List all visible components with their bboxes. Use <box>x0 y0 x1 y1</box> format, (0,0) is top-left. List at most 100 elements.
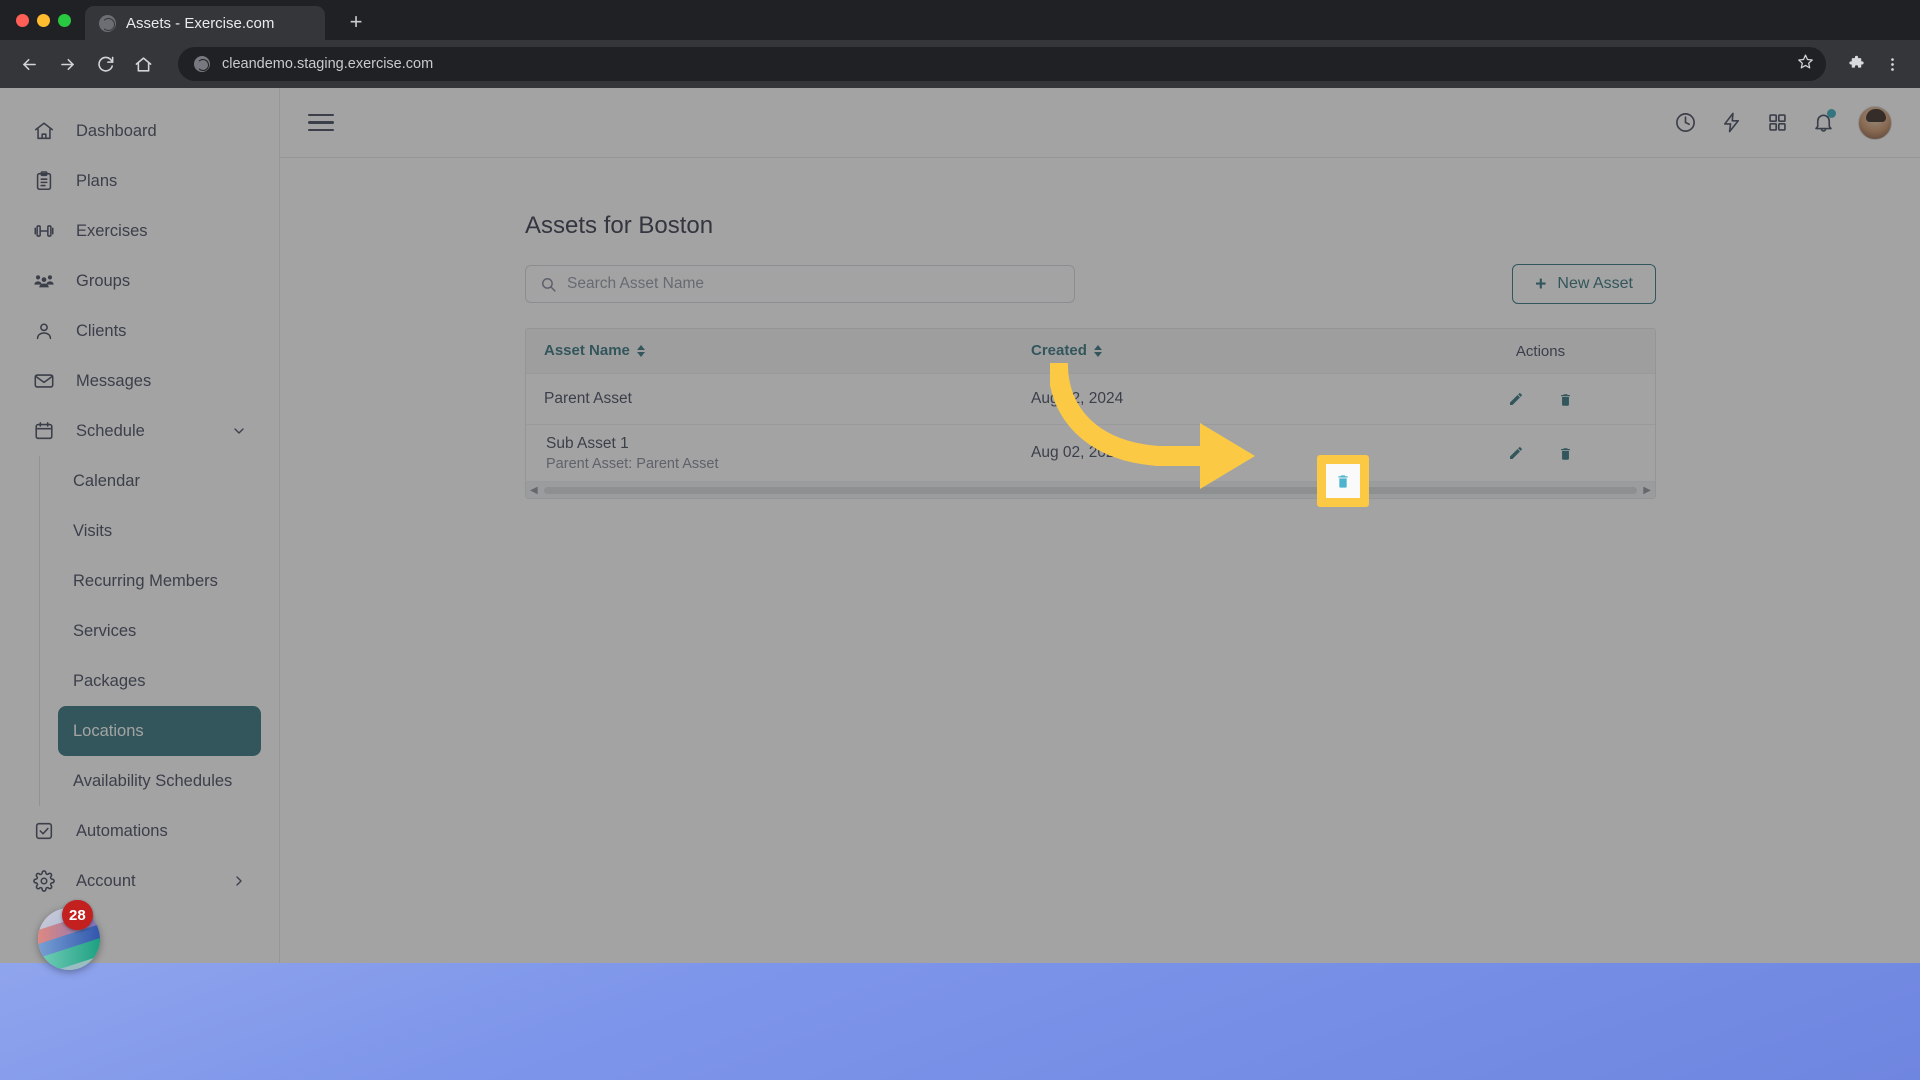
scroll-right-arrow-icon[interactable]: ▶ <box>1643 485 1651 496</box>
delete-icon[interactable] <box>1555 388 1577 410</box>
sidebar-item-exercises[interactable]: Exercises <box>18 206 261 256</box>
hamburger-icon[interactable] <box>308 113 334 132</box>
sidebar-item-calendar[interactable]: Calendar <box>40 456 261 506</box>
column-header-asset-name[interactable]: Asset Name <box>526 342 1031 360</box>
window-traffic-lights <box>0 14 85 40</box>
app-top-bar <box>280 88 1920 158</box>
sidebar-subitem-label: Visits <box>73 521 113 540</box>
sort-icon[interactable] <box>1093 344 1102 357</box>
cell-asset-name: Parent Asset <box>526 390 1031 408</box>
browser-tab-strip: Assets - Exercise.com + <box>0 0 1920 40</box>
column-header-created[interactable]: Created <box>1031 342 1426 360</box>
back-arrow-icon[interactable] <box>12 47 46 81</box>
calendar-icon <box>32 419 56 443</box>
search-asset-field[interactable] <box>525 265 1075 303</box>
sidebar-item-schedule[interactable]: Schedule <box>18 406 261 456</box>
forward-arrow-icon[interactable] <box>50 47 84 81</box>
home-icon <box>32 119 56 143</box>
content-toolbar: + New Asset <box>525 264 1656 304</box>
sidebar-item-packages[interactable]: Packages <box>40 656 261 706</box>
sidebar-item-locations[interactable]: Locations <box>58 706 261 756</box>
asset-name-text: Parent Asset <box>544 390 632 407</box>
sidebar-item-services[interactable]: Services <box>40 606 261 656</box>
delete-icon[interactable] <box>1555 442 1577 464</box>
clock-icon[interactable] <box>1662 100 1708 146</box>
chevron-right-icon[interactable] <box>231 873 247 889</box>
table-header-row: Asset Name Created Actions <box>526 329 1655 374</box>
asset-parent-text: Parent Asset: Parent Asset <box>546 455 719 472</box>
sidebar-item-label: Dashboard <box>76 121 157 140</box>
new-asset-button[interactable]: + New Asset <box>1512 264 1656 304</box>
sidebar-item-label: Messages <box>76 371 152 390</box>
column-header-label: Created <box>1031 342 1087 359</box>
column-header-label: Asset Name <box>544 342 630 359</box>
assets-table: Asset Name Created Actions Parent Asset … <box>525 328 1656 499</box>
sidebar-item-visits[interactable]: Visits <box>40 506 261 556</box>
column-header-label: Actions <box>1515 342 1566 360</box>
minimize-window-button[interactable] <box>37 14 50 27</box>
scroll-left-arrow-icon[interactable]: ◀ <box>530 485 538 496</box>
table-row[interactable]: Sub Asset 1 Parent Asset: Parent Asset A… <box>526 425 1655 482</box>
search-icon <box>540 276 557 293</box>
sidebar-subitem-label: Packages <box>73 671 146 690</box>
sort-icon[interactable] <box>636 344 645 357</box>
table-horizontal-scrollbar[interactable]: ◀ ▶ <box>526 482 1655 498</box>
new-asset-button-label: New Asset <box>1557 275 1633 292</box>
checkbox-icon <box>32 819 56 843</box>
sidebar-item-label: Clients <box>76 321 127 340</box>
page-title: Assets for Boston <box>525 212 714 239</box>
home-icon[interactable] <box>126 47 160 81</box>
reload-icon[interactable] <box>88 47 122 81</box>
browser-tab-title: Assets - Exercise.com <box>126 14 275 32</box>
clipboard-icon <box>32 169 56 193</box>
browser-tab[interactable]: Assets - Exercise.com <box>85 6 325 40</box>
address-bar-url: cleandemo.staging.exercise.com <box>222 56 434 72</box>
created-date-text: Aug 02, 2024 <box>1031 390 1124 407</box>
grid-apps-icon[interactable] <box>1754 100 1800 146</box>
site-globe-icon <box>194 56 210 72</box>
sidebar-item-label: Account <box>76 871 136 890</box>
cell-asset-name: Sub Asset 1 Parent Asset: Parent Asset <box>526 435 1031 472</box>
sidebar-item-plans[interactable]: Plans <box>18 156 261 206</box>
cell-actions <box>1426 388 1655 410</box>
sidebar-item-groups[interactable]: Groups <box>18 256 261 306</box>
sidebar-item-automations[interactable]: Automations <box>18 806 261 856</box>
puzzle-icon[interactable] <box>1840 48 1872 80</box>
globe-icon <box>99 14 116 32</box>
main-content: Assets for Boston + New Asset <box>280 158 1920 963</box>
user-avatar[interactable] <box>1858 105 1892 140</box>
star-icon[interactable] <box>1797 53 1814 75</box>
plus-icon: + <box>1535 273 1547 295</box>
close-window-button[interactable] <box>16 14 29 27</box>
person-icon <box>32 319 56 343</box>
sidebar-subitem-label: Recurring Members <box>73 571 218 590</box>
app-sidebar: Dashboard Plans Exercises Groups Clients… <box>0 88 280 963</box>
sidebar-item-availability-schedules[interactable]: Availability Schedules <box>40 756 261 806</box>
maximize-window-button[interactable] <box>58 14 71 27</box>
three-dot-menu-icon[interactable] <box>1876 48 1908 80</box>
highlighted-delete-icon[interactable] <box>1326 464 1360 498</box>
sidebar-item-clients[interactable]: Clients <box>18 306 261 356</box>
new-tab-button[interactable]: + <box>339 5 373 39</box>
sidebar-item-label: Exercises <box>76 221 148 240</box>
chevron-down-icon[interactable] <box>231 423 247 439</box>
sidebar-item-recurring-members[interactable]: Recurring Members <box>40 556 261 606</box>
dumbbell-icon <box>32 219 56 243</box>
search-input[interactable] <box>567 275 1060 293</box>
sidebar-item-account[interactable]: Account <box>18 856 261 906</box>
sidebar-item-messages[interactable]: Messages <box>18 356 261 406</box>
browser-toolbar: cleandemo.staging.exercise.com <box>0 40 1920 88</box>
sidebar-item-dashboard[interactable]: Dashboard <box>18 106 261 156</box>
scrollbar-track[interactable] <box>543 486 1638 494</box>
sidebar-item-label: Schedule <box>76 421 145 440</box>
edit-icon[interactable] <box>1505 442 1527 464</box>
people-group-icon <box>32 269 56 293</box>
address-bar[interactable]: cleandemo.staging.exercise.com <box>178 47 1826 81</box>
edit-icon[interactable] <box>1505 388 1527 410</box>
created-date-text: Aug 02, 2024 <box>1031 444 1124 461</box>
lightning-bolt-icon[interactable] <box>1708 100 1754 146</box>
sidebar-item-label: Plans <box>76 171 118 190</box>
table-row[interactable]: Parent Asset Aug 02, 2024 <box>526 374 1655 425</box>
schedule-submenu: Calendar Visits Recurring Members Servic… <box>39 456 279 806</box>
bell-icon[interactable] <box>1800 100 1846 146</box>
